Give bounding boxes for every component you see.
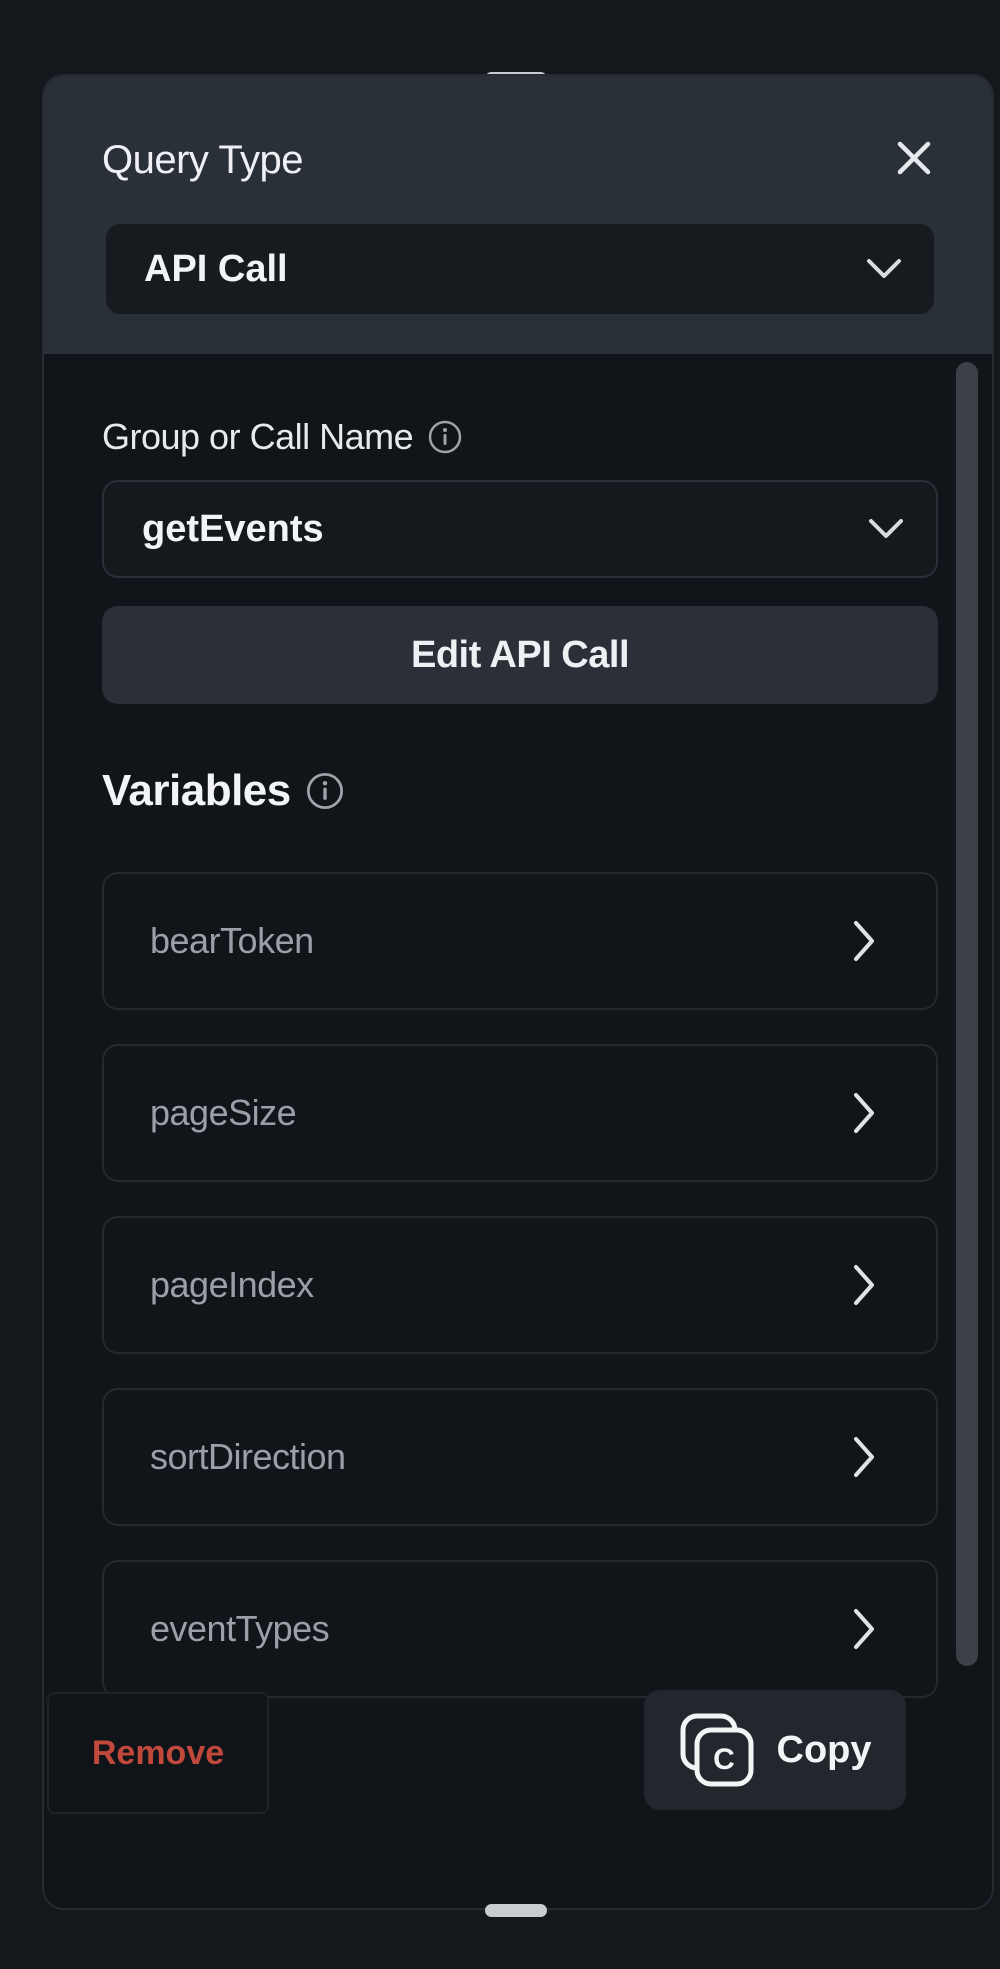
variable-name: pageSize [150,1092,297,1133]
variables-heading-row: Variables [102,766,345,816]
variables-list: bearToken pageSize pageIndex sortDirecti… [102,872,938,1732]
copy-icon-letter: C [713,1743,735,1776]
variable-name: pageIndex [150,1264,314,1305]
query-panel: Query Type API Call Group or Call Name g… [42,74,994,1910]
copy-label: Copy [776,1728,872,1771]
variables-heading: Variables [102,766,291,815]
chevron-right-icon [846,1087,882,1139]
call-name-label: Group or Call Name [102,416,414,457]
copy-button[interactable]: C Copy [644,1690,906,1810]
chevron-right-icon [846,1431,882,1483]
variable-item[interactable]: eventTypes [102,1560,938,1698]
panel-header: Query Type API Call [44,76,992,354]
variable-item[interactable]: pageIndex [102,1216,938,1354]
call-name-label-row: Group or Call Name [102,416,463,458]
scrollbar[interactable] [956,362,978,1666]
variable-item[interactable]: bearToken [102,872,938,1010]
drag-handle-bottom[interactable] [485,1904,547,1917]
edit-api-call-button[interactable]: Edit API Call [102,606,938,704]
query-type-label: Query Type [102,138,304,182]
call-name-select[interactable]: getEvents [102,480,938,578]
variable-name: sortDirection [150,1436,346,1477]
info-icon[interactable] [427,419,463,455]
query-type-value: API Call [144,247,288,290]
remove-button[interactable]: Remove [47,1692,269,1814]
chevron-right-icon [846,1603,882,1655]
variable-name: bearToken [150,920,314,961]
chevron-right-icon [846,915,882,967]
call-name-value: getEvents [142,507,324,550]
copy-icon: C [679,1712,755,1788]
chevron-right-icon [846,1259,882,1311]
info-icon[interactable] [305,771,345,811]
query-type-select[interactable]: API Call [106,224,934,314]
close-button[interactable] [884,128,944,188]
variable-item[interactable]: pageSize [102,1044,938,1182]
chevron-down-icon [868,511,904,547]
chevron-down-icon [866,251,902,287]
close-icon [897,141,931,175]
variable-name: eventTypes [150,1608,330,1649]
variable-item[interactable]: sortDirection [102,1388,938,1526]
